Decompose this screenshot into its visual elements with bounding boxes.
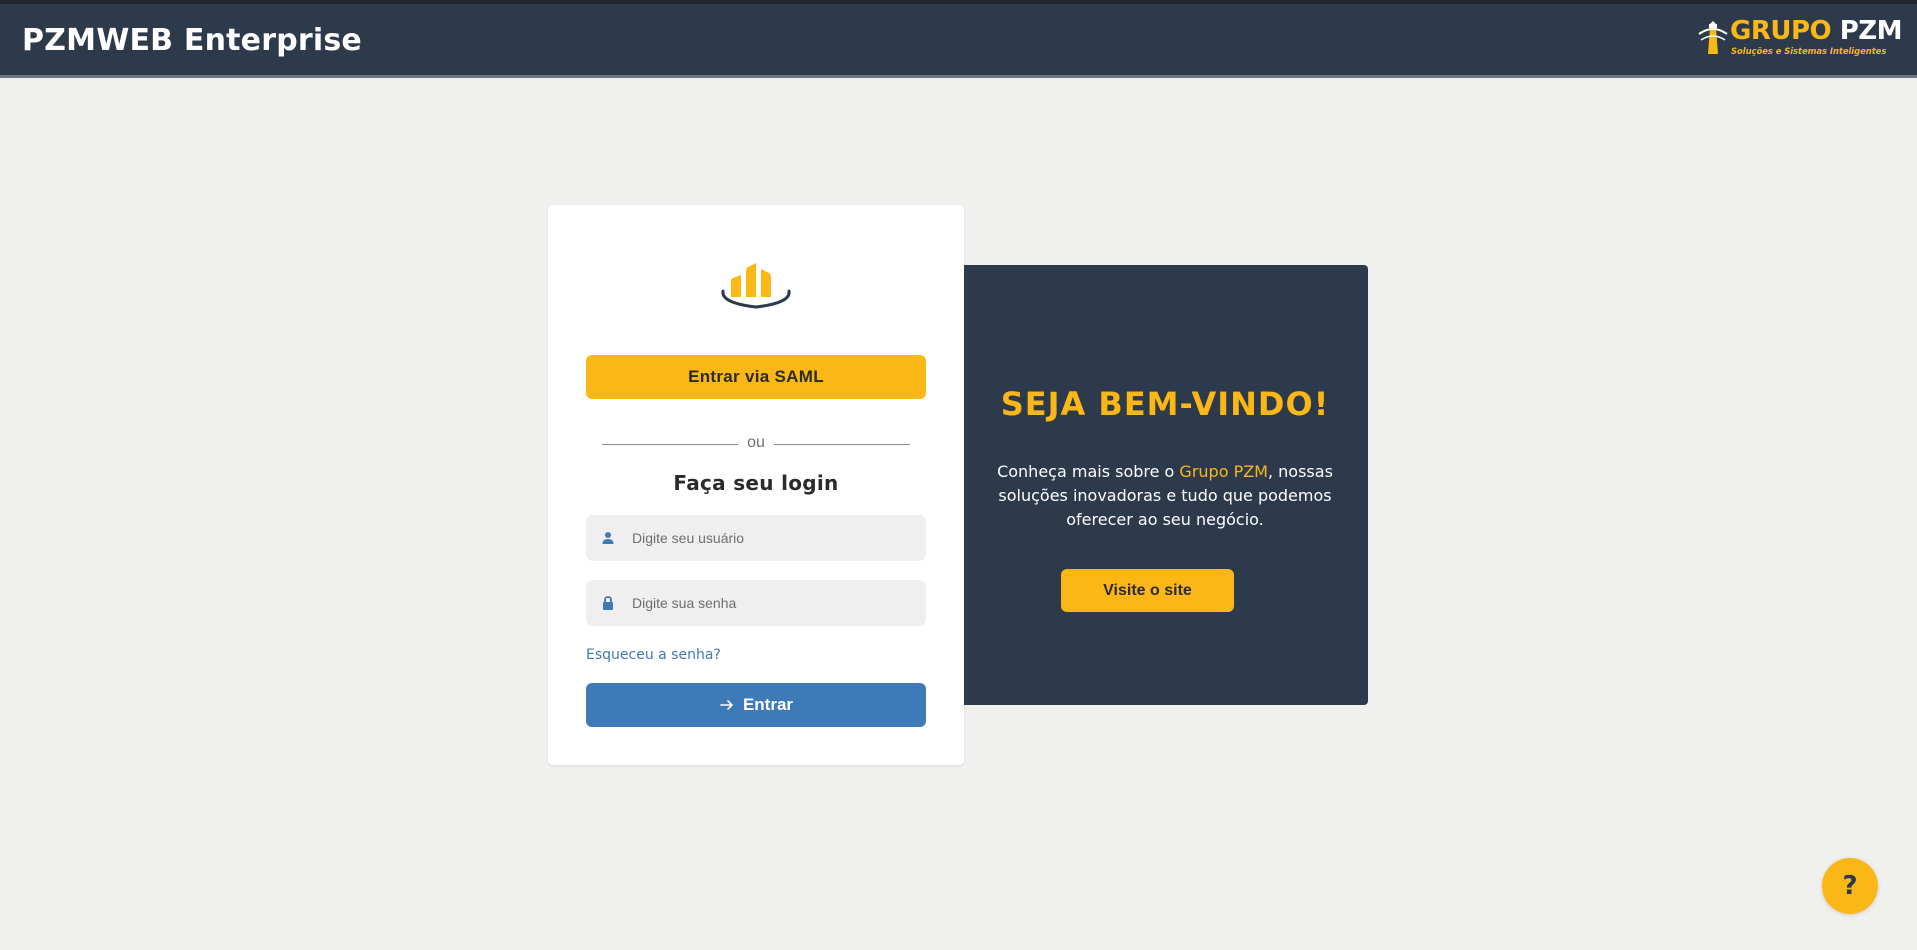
divider-line-right — [774, 444, 910, 445]
visit-site-button[interactable]: Visite o site — [1061, 569, 1234, 612]
password-input[interactable] — [632, 580, 912, 626]
password-field[interactable] — [586, 580, 926, 626]
grupo-pzm-logo: GRUPO PZM Soluções e Sistemas Inteligent… — [1697, 16, 1902, 60]
lighthouse-icon — [1698, 21, 1728, 54]
submit-label: Entrar — [742, 695, 794, 714]
brand-name: GRUPO PZM — [1730, 16, 1902, 46]
welcome-panel: SEJA BEM-VINDO! Conheça mais sobre o Gru… — [962, 265, 1368, 705]
divider-text: ou — [747, 434, 765, 451]
login-heading: Faça seu login — [673, 471, 839, 495]
saml-login-button[interactable]: Entrar via SAML — [586, 355, 926, 399]
welcome-text: Conheça mais sobre o Grupo PZM, nossas s… — [997, 462, 1333, 529]
username-field[interactable] — [586, 515, 926, 561]
app-title: PZMWEB Enterprise — [22, 23, 362, 58]
login-submit-button[interactable]: Entrar — [586, 683, 926, 727]
brand-tagline: Soluções e Sistemas Inteligentes — [1731, 47, 1887, 57]
user-icon — [602, 532, 614, 544]
submit-content: Entrar — [586, 695, 926, 715]
username-input[interactable] — [632, 515, 912, 561]
welcome-title: SEJA BEM-VINDO! — [1000, 385, 1330, 423]
bar-chart-logo — [721, 263, 791, 309]
lock-icon — [603, 596, 613, 610]
forgot-password-link[interactable]: Esqueceu a senha? — [586, 647, 721, 663]
grupo-pzm-highlight: Grupo PZM — [1179, 462, 1268, 481]
login-card: Entrar via SAML ou Faça seu login Esquec… — [548, 205, 964, 765]
app-header: PZMWEB Enterprise GRUPO PZM Soluções e S… — [0, 4, 1917, 78]
arrow-right-icon — [720, 700, 733, 710]
or-divider: ou — [602, 434, 910, 454]
help-button[interactable]: ? — [1822, 858, 1878, 914]
